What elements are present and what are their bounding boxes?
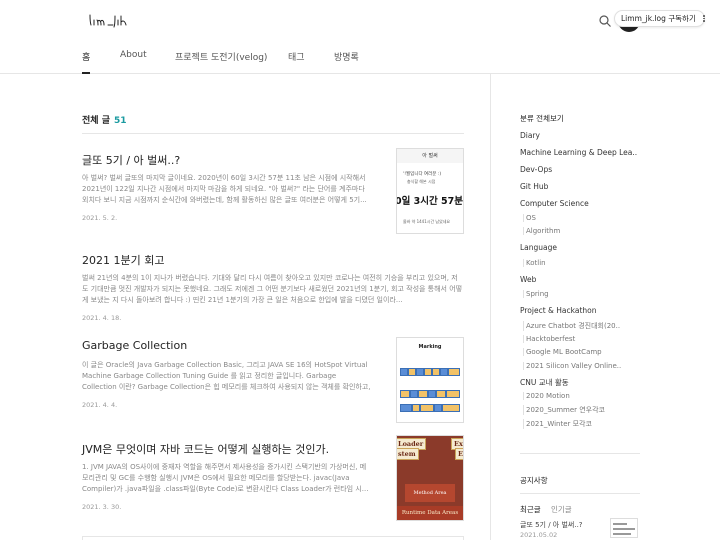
thumb-countdown: 0일 3시간 57분 11초	[396, 196, 464, 207]
thumb-text: 몰바 약 1441시간 남았네요	[403, 219, 451, 224]
sidebar: 분류 전체보기 Diary Machine Learning & Deep Le…	[490, 74, 720, 540]
sidebar-subitem-algorithm[interactable]: Algorithm	[523, 227, 560, 235]
post-date: 2021. 3. 30.	[82, 503, 122, 511]
tab-popular[interactable]: 인기글	[551, 504, 572, 515]
category-heading[interactable]: 분류 전체보기	[520, 113, 564, 124]
sidebar-subitem-hacktoberfest[interactable]: Hacktoberfest	[523, 335, 575, 343]
post-date: 2021. 4. 4.	[82, 401, 118, 409]
tab-recent[interactable]: 최근글	[520, 504, 541, 515]
more-options-icon[interactable]	[700, 14, 708, 24]
post-date: 2021. 5. 2.	[82, 214, 118, 222]
sidebar-item-cs[interactable]: Computer Science	[520, 199, 589, 208]
sidebar-item-web[interactable]: Web	[520, 275, 536, 284]
list-item[interactable]: Garbage Collection 이 글은 Oracle의 Java Gar…	[82, 337, 464, 429]
list-item[interactable]: 2021 1분기 회고 벌써 21년의 4분의 1이 지나가 버렸습니다. 기대…	[82, 252, 464, 332]
post-count: 51	[113, 116, 127, 126]
post-title[interactable]: 글또 5기 / 아 벌써..?	[82, 152, 382, 168]
thumb-label: Runtime Data Areas	[397, 506, 463, 520]
thumb-label: stem	[397, 448, 419, 460]
thumb-heading: Marking	[418, 344, 442, 350]
list-title: 전체 글	[82, 116, 110, 126]
divider	[520, 453, 640, 454]
post-thumbnail[interactable]: 아 벌써 '!월입니다 여러분 :) 충식할 해본 시점 0일 3시간 57분 …	[396, 148, 464, 234]
search-icon[interactable]	[598, 13, 612, 27]
thumb-heading: 아 벌써	[397, 149, 463, 163]
recent-post-title[interactable]: 글또 5기 / 아 벌써..?	[520, 520, 583, 530]
post-summary: 이 글은 Oracle의 Java Garbage Collection Bas…	[82, 361, 371, 391]
post-title[interactable]: Garbage Collection	[82, 339, 187, 352]
thumb-text: '!월입니다 여러분 :)	[403, 172, 442, 177]
post-summary: 1. JVM JAVA의 OS사이에 중재자 역할을 해주면서 제사용성을 증가…	[82, 463, 369, 493]
site-header: Limm_jk.log 구독하기 홈 About 프로젝트 도전기(velog)…	[0, 0, 720, 74]
post-thumbnail[interactable]: Marking	[396, 337, 464, 423]
recent-post-thumbnail[interactable]	[610, 518, 638, 538]
post-summary: 아 벌써? 벌써 글또의 마지막 글이네요. 2020년이 60일 3시간 57…	[82, 174, 367, 204]
memory-row	[400, 390, 460, 398]
sidebar-subitem-ml-bootcamp[interactable]: Google ML BootCamp	[523, 348, 602, 356]
sidebar-item-project[interactable]: Project & Hackathon	[520, 306, 596, 315]
post-date: 2021. 4. 18.	[82, 314, 122, 322]
thumb-label: E	[455, 448, 463, 460]
post-thumbnail[interactable]: Loader stem Exe E Method Area Runtime Da…	[396, 435, 464, 521]
sidebar-subitem-azure[interactable]: Azure Chatbot 경진대회(20..	[523, 321, 620, 331]
sidebar-subitem-summer[interactable]: 2020_Summer 연우각코	[523, 405, 605, 415]
nav-guestbook[interactable]: 방명록	[334, 50, 359, 74]
sidebar-item-cnu[interactable]: CNU 교내 활동	[520, 377, 569, 388]
sidebar-item-language[interactable]: Language	[520, 243, 557, 252]
notice-heading[interactable]: 공지사항	[520, 475, 548, 486]
post-title[interactable]: 2021 1분기 회고	[82, 252, 164, 268]
sidebar-item-devops[interactable]: Dev-Ops	[520, 165, 552, 174]
nav-about[interactable]: About	[120, 50, 147, 74]
recent-post-date: 2021.05.02	[520, 531, 558, 539]
thumb-label: Method Area	[405, 484, 455, 502]
divider	[520, 493, 640, 494]
divider	[82, 133, 464, 134]
memory-row	[400, 368, 460, 376]
subscribe-button[interactable]: Limm_jk.log 구독하기	[614, 10, 705, 27]
sidebar-item-diary[interactable]: Diary	[520, 131, 540, 140]
sidebar-subitem-motion[interactable]: 2020 Motion	[523, 392, 570, 400]
sidebar-subitem-winter[interactable]: 2021_Winter 모각코	[523, 419, 592, 429]
nav-home[interactable]: 홈	[82, 50, 91, 74]
sidebar-subitem-silicon-valley[interactable]: 2021 Silicon Valley Online..	[523, 362, 621, 370]
sidebar-subitem-spring[interactable]: Spring	[523, 290, 549, 298]
list-item[interactable]: 글또 5기 / 아 벌써..? 아 벌써? 벌써 글또의 마지막 글이네요. 2…	[82, 148, 464, 252]
post-title[interactable]: JVM은 무엇이며 자바 코드는 어떻게 실행하는 것인가.	[82, 441, 329, 457]
list-item[interactable]: JVM은 무엇이며 자바 코드는 어떻게 실행하는 것인가. 1. JVM JA…	[82, 435, 464, 531]
memory-row	[400, 404, 460, 412]
site-logo[interactable]	[88, 12, 128, 28]
post-summary: 벌써 21년의 4분의 1이 지나가 버렸습니다. 기대와 달리 다시 여름이 …	[82, 274, 463, 304]
list-heading: 전체 글 51	[82, 113, 127, 126]
nav-projects[interactable]: 프로젝트 도전기(velog)	[175, 50, 267, 74]
sidebar-subitem-kotlin[interactable]: Kotlin	[523, 259, 546, 267]
nav-tags[interactable]: 태그	[288, 50, 305, 74]
sidebar-item-github[interactable]: Git Hub	[520, 182, 548, 191]
thumb-text: 충식할 해본 시점	[407, 179, 436, 184]
sidebar-subitem-os[interactable]: OS	[523, 214, 536, 222]
list-item[interactable]	[82, 536, 464, 540]
sidebar-item-ml[interactable]: Machine Learning & Deep Lea..	[520, 148, 637, 157]
